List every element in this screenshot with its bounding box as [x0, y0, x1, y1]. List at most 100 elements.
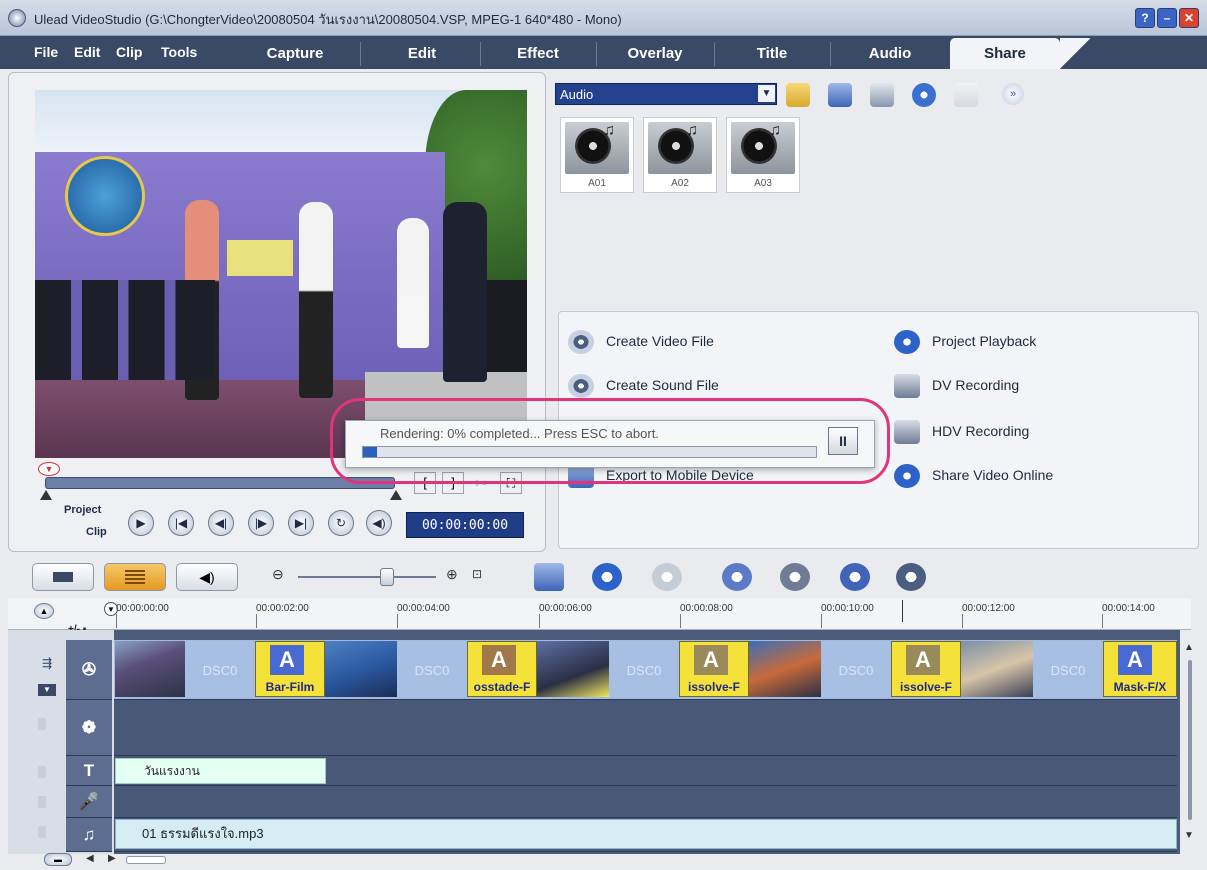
transition-clip[interactable]: A Bar-Film: [255, 641, 325, 697]
voice-track-icon[interactable]: 🎤: [66, 786, 112, 818]
create-video-file-option[interactable]: Create Video File: [606, 333, 714, 349]
home-icon[interactable]: |◀: [168, 510, 194, 536]
track-lock-icon[interactable]: [38, 718, 46, 730]
video-track-icon[interactable]: ✇: [66, 640, 112, 700]
title-clip[interactable]: วันแรงงาน: [115, 758, 326, 784]
track-dropdown-icon[interactable]: ▼: [38, 684, 56, 696]
timeline-marker-icon[interactable]: ▼: [38, 462, 60, 476]
hdv-recording-option[interactable]: HDV Recording: [932, 423, 1029, 439]
transition-clip[interactable]: A issolve-F: [679, 641, 749, 697]
zoom-in-icon[interactable]: ⊕: [446, 566, 458, 583]
menu-edit[interactable]: Edit: [74, 44, 100, 60]
music-track-icon[interactable]: ♫: [66, 818, 112, 852]
previous-frame-icon[interactable]: ◀|: [208, 510, 234, 536]
app-logo-icon[interactable]: [8, 9, 26, 27]
fit-project-icon[interactable]: ⊡: [472, 567, 482, 581]
music-clip[interactable]: 01 ธรรมดีแรงใจ.mp3: [115, 819, 1177, 849]
batch-convert-icon[interactable]: [896, 563, 926, 591]
tab-title[interactable]: Title: [716, 40, 828, 69]
chevron-down-icon[interactable]: ▼: [758, 85, 775, 102]
transition-clip[interactable]: A osstade-F: [467, 641, 537, 697]
zoom-slider-track[interactable]: [298, 576, 436, 578]
repeat-icon[interactable]: ↻: [328, 510, 354, 536]
close-icon[interactable]: ✕: [1179, 8, 1199, 28]
dv-recording-option[interactable]: DV Recording: [932, 377, 1019, 393]
menu-tools[interactable]: Tools: [161, 44, 197, 60]
transition-clip[interactable]: A Mask-F/X: [1103, 641, 1177, 697]
project-mode-label[interactable]: Project: [64, 504, 101, 516]
video-clip[interactable]: DSC0: [609, 641, 679, 697]
audio-cd-icon[interactable]: [912, 83, 936, 107]
overlay-track-icon[interactable]: ❁: [66, 700, 112, 756]
scroll-right-icon[interactable]: ▶: [108, 853, 116, 864]
menu-file[interactable]: File: [34, 44, 58, 60]
expand-library-icon[interactable]: »: [1002, 83, 1024, 105]
copy-icon[interactable]: [954, 83, 978, 107]
voice-track[interactable]: [114, 786, 1177, 818]
share-video-online-option[interactable]: Share Video Online: [932, 467, 1053, 483]
tab-edit[interactable]: Edit: [362, 40, 482, 69]
video-clip[interactable]: DSC0: [821, 641, 891, 697]
eject-icon[interactable]: ▲: [34, 603, 54, 619]
scroll-left-icon[interactable]: ◀: [86, 853, 94, 864]
tab-audio[interactable]: Audio: [832, 40, 948, 69]
library-item[interactable]: ♫ A03: [726, 117, 800, 193]
undo-icon[interactable]: [592, 563, 622, 591]
next-frame-icon[interactable]: |▶: [248, 510, 274, 536]
transition-label: issolve-F: [899, 680, 953, 694]
smart-proxy-icon[interactable]: [722, 563, 752, 591]
redo-icon[interactable]: [652, 563, 682, 591]
tab-effect[interactable]: Effect: [482, 40, 594, 69]
video-clip[interactable]: [537, 641, 609, 697]
scroll-down-icon[interactable]: ▼: [1184, 830, 1194, 841]
create-sound-file-option[interactable]: Create Sound File: [606, 377, 719, 393]
end-icon[interactable]: ▶|: [288, 510, 314, 536]
scroll-up-icon[interactable]: ▲: [1184, 642, 1194, 653]
trim-start-handle[interactable]: [40, 490, 52, 500]
video-clip[interactable]: [325, 641, 397, 697]
horizontal-scrollbar[interactable]: [40, 854, 1190, 868]
video-clip[interactable]: [115, 641, 185, 697]
library-dropdown[interactable]: Audio: [555, 83, 777, 105]
video-clip[interactable]: [749, 641, 821, 697]
horizontal-scroll-thumb[interactable]: [126, 856, 166, 864]
project-playback-option[interactable]: Project Playback: [932, 333, 1036, 349]
zoom-slider-thumb[interactable]: [380, 568, 394, 586]
import-icon[interactable]: [828, 83, 852, 107]
library-item[interactable]: ♫ A02: [643, 117, 717, 193]
folder-icon[interactable]: [786, 83, 810, 107]
trim-end-handle[interactable]: [390, 490, 402, 500]
clip-mode-label[interactable]: Clip: [86, 526, 107, 538]
video-clip[interactable]: DSC0: [397, 641, 467, 697]
play-icon[interactable]: ▶: [128, 510, 154, 536]
video-clip[interactable]: [961, 641, 1033, 697]
video-clip[interactable]: DSC0: [185, 641, 255, 697]
library-item[interactable]: ♫ A01: [560, 117, 634, 193]
track-manager-icon[interactable]: [780, 563, 810, 591]
menu-clip[interactable]: Clip: [116, 44, 142, 60]
storyboard-view-button[interactable]: [32, 563, 94, 591]
track-select-icon[interactable]: ⇶: [38, 656, 56, 670]
chapter-icon[interactable]: [840, 563, 870, 591]
scroll-thumb[interactable]: [1188, 660, 1192, 820]
tab-share[interactable]: Share: [950, 38, 1060, 69]
insert-media-icon[interactable]: [534, 563, 564, 591]
track-lock-icon[interactable]: [38, 766, 46, 778]
overlay-track[interactable]: [114, 700, 1177, 756]
tab-overlay[interactable]: Overlay: [598, 40, 712, 69]
audio-view-button[interactable]: ◀): [176, 563, 238, 591]
volume-icon[interactable]: ◀): [366, 510, 392, 536]
restore-icon[interactable]: –: [1157, 8, 1177, 28]
minimize-icon[interactable]: ?: [1135, 8, 1155, 28]
zoom-out-icon[interactable]: ⊖: [272, 566, 284, 583]
video-clip[interactable]: DSC0: [1033, 641, 1103, 697]
timeline-view-button[interactable]: [104, 563, 166, 591]
timecode-display[interactable]: 00:00:00:00: [406, 512, 524, 538]
timeline-expand-icon[interactable]: ▬: [44, 853, 72, 866]
library-options-icon[interactable]: [870, 83, 894, 107]
track-lock-icon[interactable]: [38, 826, 46, 838]
track-lock-icon[interactable]: [38, 796, 46, 808]
transition-clip[interactable]: A issolve-F: [891, 641, 961, 697]
title-track-icon[interactable]: T: [66, 756, 112, 786]
tab-capture[interactable]: Capture: [232, 40, 358, 69]
